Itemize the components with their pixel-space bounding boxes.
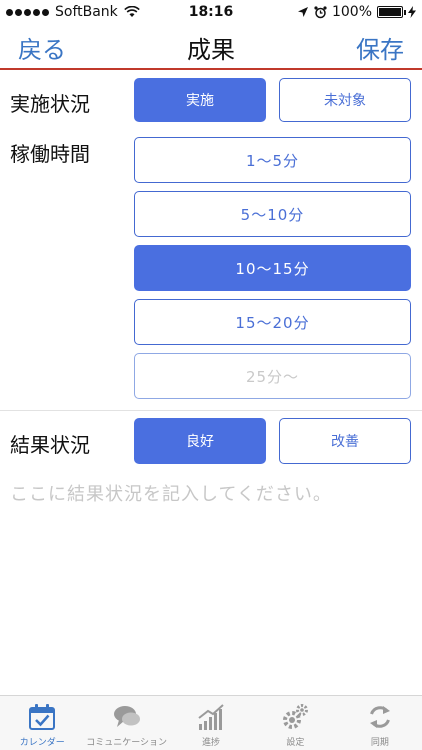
operating-time-option-10-15[interactable]: 10～15分	[134, 245, 411, 291]
result-status-label: 結果状況	[10, 433, 90, 457]
tab-settings[interactable]: 設定	[253, 696, 337, 750]
tab-progress[interactable]: 進捗	[169, 696, 253, 750]
alarm-icon	[314, 5, 327, 18]
result-option-good[interactable]: 良好	[134, 418, 266, 464]
status-bar: SoftBank 18:16 100%	[0, 0, 422, 24]
tab-calendar[interactable]: カレンダー	[0, 696, 84, 750]
navigation-bar: 戻る 成果 保存	[0, 24, 422, 70]
calendar-icon	[29, 704, 56, 730]
location-arrow-icon	[297, 7, 308, 17]
battery-icon	[377, 6, 406, 18]
status-right: 100%	[297, 4, 416, 20]
tab-progress-label: 進捗	[202, 738, 221, 748]
sync-icon	[369, 706, 390, 728]
operating-time-option-25-plus[interactable]: 25分～	[134, 353, 411, 399]
tab-communication-label: コミュニケーション	[86, 738, 168, 748]
gear-icon	[283, 704, 309, 729]
tab-bar: カレンダー コミュニケーション 進捗 設定 同期	[0, 695, 422, 750]
save-button[interactable]: 保存	[356, 30, 404, 65]
section-divider	[0, 410, 422, 411]
chart-icon	[198, 704, 224, 730]
result-notes-input[interactable]: ここに結果状況を記入してください。	[10, 480, 332, 506]
tab-calendar-label: カレンダー	[19, 738, 65, 748]
operating-time-option-1-5[interactable]: 1～5分	[134, 137, 411, 183]
battery-percent: 100%	[331, 4, 372, 20]
chat-bubbles-icon	[113, 706, 140, 727]
tab-sync[interactable]: 同期	[338, 696, 422, 750]
battery-level	[379, 8, 401, 16]
charging-bolt-icon	[408, 6, 416, 18]
operating-time-label: 稼働時間	[10, 142, 90, 166]
implementation-status-label: 実施状況	[10, 92, 90, 116]
result-option-improve[interactable]: 改善	[279, 418, 411, 464]
operating-time-option-5-10[interactable]: 5～10分	[134, 191, 411, 237]
operating-time-option-15-20[interactable]: 15～20分	[134, 299, 411, 345]
tab-settings-label: 設定	[286, 738, 305, 748]
tab-sync-label: 同期	[370, 738, 389, 748]
tab-communication[interactable]: コミュニケーション	[84, 696, 168, 750]
implementation-option-not-applicable[interactable]: 未対象	[279, 78, 411, 122]
implementation-option-done[interactable]: 実施	[134, 78, 266, 122]
